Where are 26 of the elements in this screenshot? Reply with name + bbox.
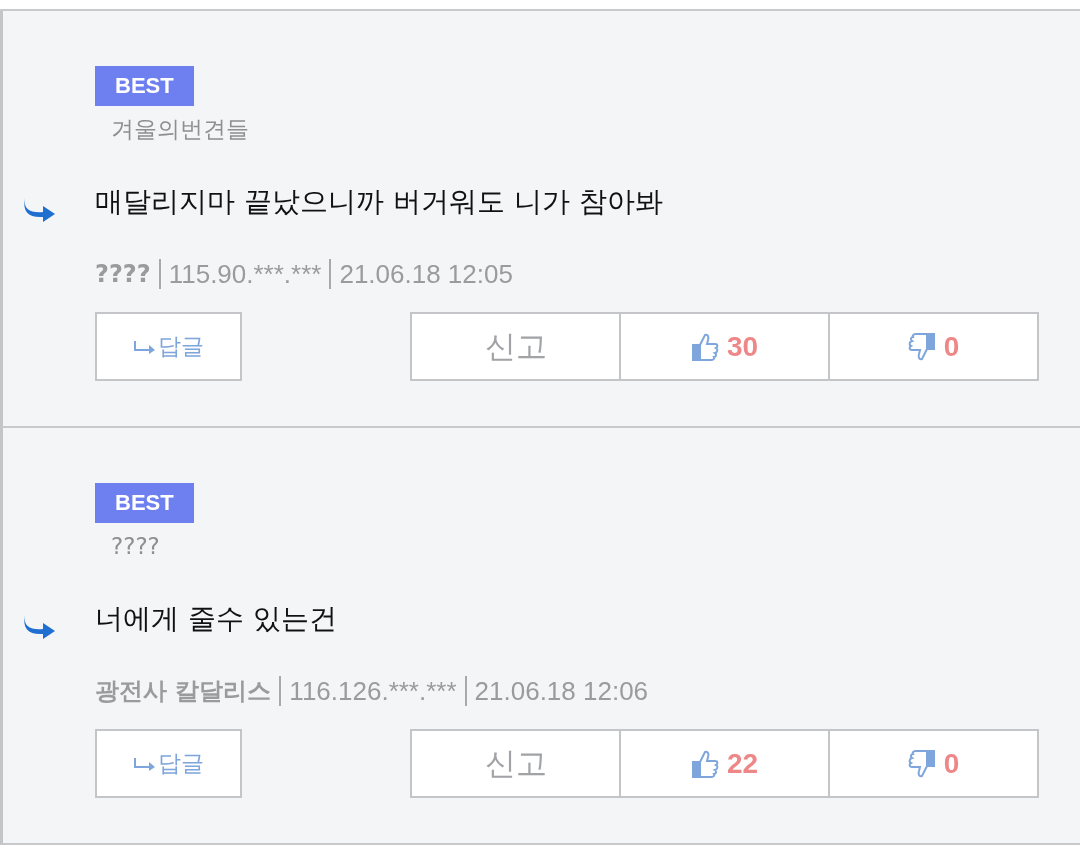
comment-text: 매달리지마 끝났으니까 버거워도 니가 참아봐 [95,184,663,220]
best-badge: BEST [95,66,194,106]
report-button[interactable]: 신고 [410,312,621,381]
nickname: ???? [111,532,161,561]
reply-button[interactable]: 답글 [95,729,242,798]
thumbs-up-icon [690,331,719,362]
like-button[interactable]: 22 [619,729,830,798]
ip-address: 116.126.***.*** [289,675,457,708]
author-name: ???? [95,259,151,290]
like-button[interactable]: 30 [619,312,830,381]
thumbs-down-icon [907,331,936,362]
dislike-button[interactable]: 0 [828,729,1039,798]
ip-address: 115.90.***.*** [168,258,322,291]
author-name: 광전사 칼달리스 [95,676,272,707]
timestamp: 21.06.18 12:05 [339,258,513,291]
best-badge: BEST [95,483,194,523]
dislike-button[interactable]: 0 [828,312,1039,381]
comment-text: 너에게 줄수 있는건 [95,601,337,637]
thumbs-down-icon [907,748,936,779]
timestamp: 21.06.18 12:06 [474,675,649,708]
reply-button[interactable]: 답글 [95,312,242,381]
nickname: 겨울의번견들 [111,115,250,144]
reply-arrow-icon [133,756,156,771]
report-button[interactable]: 신고 [410,729,621,798]
thumbs-up-icon [690,748,719,779]
reply-arrow-icon [133,339,156,354]
